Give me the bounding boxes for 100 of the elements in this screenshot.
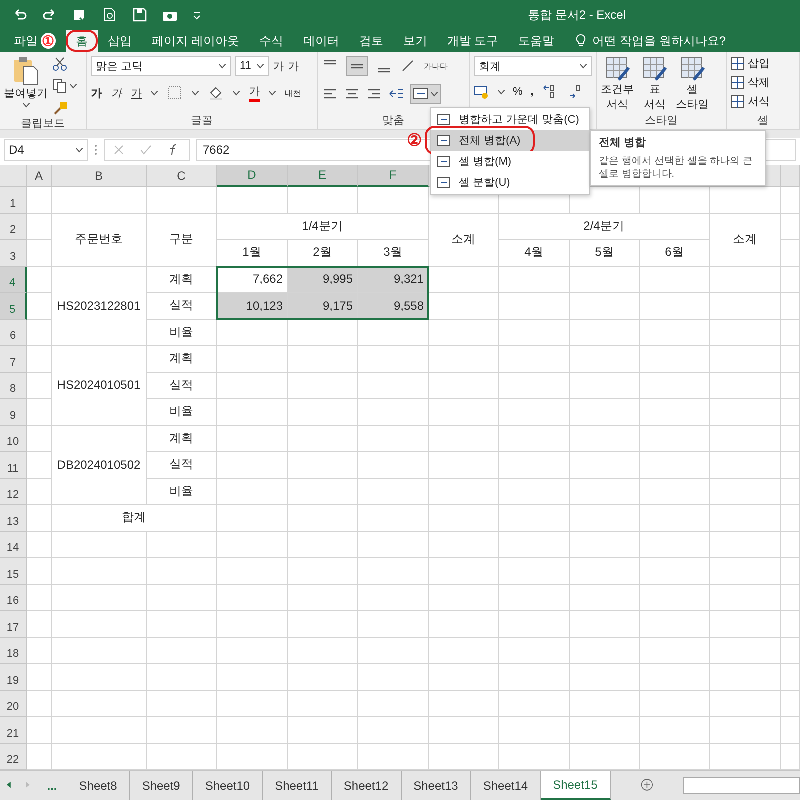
column-header[interactable]: D — [217, 165, 288, 187]
column-header[interactable]: C — [147, 165, 217, 187]
table-cell[interactable]: 10,123 — [217, 293, 288, 320]
table-cell[interactable]: 계획 — [147, 426, 217, 452]
menu-item[interactable]: 셀 분할(U) — [431, 172, 589, 193]
merge-center-button[interactable] — [410, 84, 441, 104]
scissors-icon[interactable] — [52, 56, 68, 72]
table-cell[interactable]: 5월 — [570, 240, 640, 266]
column-header[interactable] — [781, 165, 800, 187]
cells-menu-button[interactable]: 서식 — [731, 94, 770, 109]
sheet-tab[interactable]: Sheet9 — [130, 771, 194, 800]
row-header[interactable]: 4 — [0, 266, 27, 293]
table-cell[interactable]: 소계 — [710, 214, 781, 266]
row-header[interactable]: 6 — [0, 320, 27, 346]
row-header[interactable]: 1 — [0, 187, 27, 214]
table-cell[interactable]: 9,558 — [358, 293, 429, 320]
decrease-font-button[interactable]: 가 — [288, 58, 299, 74]
underline-button[interactable]: 가 — [131, 86, 142, 100]
table-cell[interactable]: 6월 — [640, 240, 710, 266]
font-color-button[interactable]: 가 — [249, 84, 260, 102]
table-cell[interactable]: 2월 — [288, 240, 358, 266]
table-cell[interactable]: 9,175 — [288, 293, 358, 320]
comma-button[interactable]: , — [530, 86, 534, 98]
row-header[interactable]: 16 — [0, 584, 27, 611]
row-header[interactable]: 22 — [0, 744, 27, 770]
sheet-tab[interactable]: Sheet8 — [67, 771, 130, 800]
more-sheets-button[interactable]: ... — [37, 771, 68, 800]
sheet-tab[interactable]: Sheet12 — [332, 771, 402, 800]
number-format-select[interactable]: 회계 — [474, 56, 592, 76]
row-header[interactable]: 10 — [0, 426, 27, 452]
column-header[interactable]: E — [288, 165, 358, 187]
table-cell[interactable]: DB2024010502 — [52, 426, 147, 505]
column-header[interactable]: F — [358, 165, 429, 187]
table-cell[interactable]: 실적 — [147, 372, 217, 399]
style-button[interactable]: 셀 스타일 — [676, 56, 709, 113]
table-cell[interactable]: HS2023122801 — [52, 266, 147, 346]
sheet-tab[interactable]: Sheet15 — [541, 771, 611, 800]
horizontal-scrollbar[interactable] — [683, 777, 800, 794]
merge-cells-icon[interactable] — [413, 86, 429, 102]
cells-menu-button[interactable]: 삭제 — [731, 75, 770, 90]
row-header[interactable]: 11 — [0, 452, 27, 478]
ribbon-tab[interactable]: 개발 도구 — [437, 30, 509, 52]
menu-item[interactable]: 병합하고 가운데 맞춤(C) — [431, 109, 589, 130]
table-cell[interactable]: 9,321 — [358, 266, 429, 293]
table-cell[interactable]: 3월 — [358, 240, 429, 266]
row-header[interactable]: 3 — [0, 240, 27, 266]
menu-item[interactable]: 셀 병합(M) — [431, 151, 589, 172]
sheet-tab[interactable]: Sheet10 — [193, 771, 264, 800]
row-header[interactable]: 21 — [0, 717, 27, 744]
name-box[interactable]: D4 — [4, 139, 88, 161]
table-cell[interactable]: 소계 — [429, 214, 499, 266]
row-header[interactable]: 9 — [0, 399, 27, 426]
ribbon-tab[interactable]: 파일 ① — [4, 30, 66, 52]
ribbon-tab[interactable]: 도움말 — [508, 30, 565, 52]
table-cell[interactable]: 비율 — [147, 478, 217, 505]
ribbon-tab[interactable]: 삽입 — [98, 30, 142, 52]
style-button[interactable]: 조건부 서식 — [601, 56, 634, 113]
table-cell[interactable]: 실적 — [147, 452, 217, 478]
ribbon-tab[interactable]: 수식 — [249, 30, 294, 52]
table-cell[interactable]: 1/4분기 — [217, 214, 429, 240]
check-icon[interactable] — [140, 144, 152, 156]
table-cell[interactable]: 계획 — [147, 266, 217, 293]
table-cell[interactable]: 주문번호 — [52, 214, 147, 266]
sheet-tab[interactable]: Sheet13 — [402, 771, 472, 800]
table-cell[interactable]: HS2024010501 — [52, 346, 147, 426]
table-cell[interactable]: 2/4분기 — [499, 214, 710, 240]
table-cell[interactable]: 합계 — [52, 505, 217, 532]
column-header[interactable]: A — [27, 165, 52, 187]
bold-button[interactable]: 가 — [91, 86, 102, 100]
italic-button[interactable]: 가 — [111, 86, 122, 100]
table-cell[interactable]: 4월 — [499, 240, 570, 266]
wrap-text-button[interactable]: 가나다 — [424, 60, 448, 72]
ribbon-tab[interactable]: 데이터 — [293, 30, 350, 52]
table-cell[interactable]: 구분 — [147, 214, 217, 266]
row-header[interactable]: 13 — [0, 505, 27, 532]
ribbon-tab[interactable]: 검토 — [349, 30, 394, 52]
ribbon-tab[interactable]: 홈 — [66, 30, 98, 52]
style-button[interactable]: 표 서식 — [642, 56, 668, 113]
ribbon-tab[interactable]: 페이지 레이아웃 — [142, 30, 250, 52]
row-header[interactable]: 7 — [0, 346, 27, 372]
select-all-corner[interactable] — [0, 165, 27, 187]
table-cell[interactable]: 7,662 — [217, 266, 288, 293]
sheet-tab[interactable]: Sheet11 — [263, 771, 332, 800]
cells-menu-button[interactable]: 삽입 — [731, 56, 770, 71]
orientation-icon[interactable] — [400, 58, 416, 74]
column-header[interactable]: B — [52, 165, 147, 187]
table-cell[interactable]: 실적 — [147, 293, 217, 320]
percent-button[interactable]: % — [513, 86, 523, 98]
add-sheet-icon[interactable] — [640, 777, 654, 793]
tell-me-field[interactable]: 어떤 작업을 원하시나요? — [564, 30, 736, 52]
format-painter-icon[interactable] — [52, 100, 68, 116]
table-cell[interactable]: 9,995 — [288, 266, 358, 293]
row-header[interactable]: 2 — [0, 214, 27, 240]
font-name-select[interactable]: 맑은 고딕 — [91, 56, 231, 76]
row-header[interactable]: 8 — [0, 372, 27, 399]
row-header[interactable]: 17 — [0, 611, 27, 638]
row-header[interactable]: 18 — [0, 638, 27, 664]
copy-icon[interactable] — [52, 78, 68, 94]
borders-icon[interactable] — [167, 85, 183, 101]
table-cell[interactable]: 1월 — [217, 240, 288, 266]
